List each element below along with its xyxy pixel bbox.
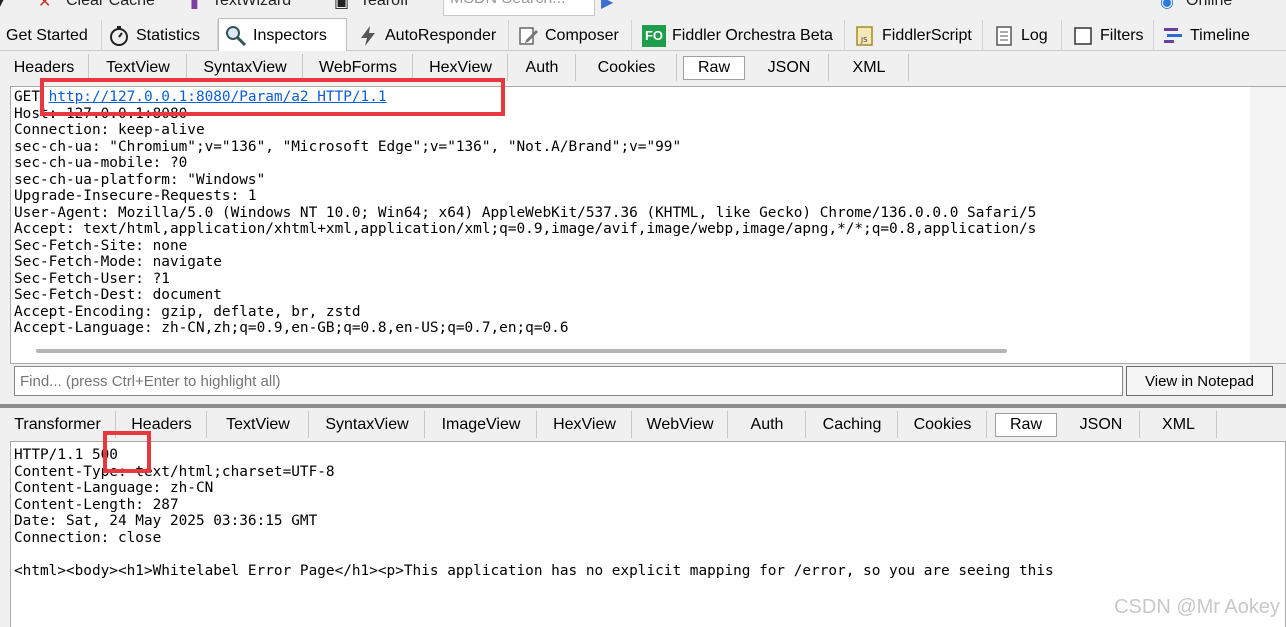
resp-tab-imageview[interactable]: ImageView <box>426 411 537 438</box>
req-tab-cookies[interactable]: Cookies <box>577 54 677 81</box>
tab-get-started[interactable]: Get Started <box>0 20 102 51</box>
resp-tab-caching[interactable]: Caching <box>807 411 898 438</box>
magnifier-icon <box>225 25 247 47</box>
request-raw-text: GET http://127.0.0.1:8080/Param/a2 HTTP/… <box>14 89 1036 337</box>
tab-inspectors[interactable]: Inspectors <box>218 18 347 52</box>
req-tab-json[interactable]: JSON <box>750 54 829 81</box>
tab-label: Fiddler Orchestra Beta <box>672 26 833 44</box>
req-tab-auth[interactable]: Auth <box>509 54 576 81</box>
request-method: GET <box>14 89 49 105</box>
tab-label: FiddlerScript <box>882 26 972 44</box>
request-url-link[interactable]: http://127.0.0.1:8080/Param/a2 HTTP/1.1 <box>49 89 387 105</box>
resp-tab-hexview[interactable]: HexView <box>538 411 632 438</box>
tab-fiddler-orchestra[interactable]: FO Fiddler Orchestra Beta <box>636 20 845 51</box>
tab-statistics[interactable]: Statistics <box>102 20 218 51</box>
svg-text:JS: JS <box>860 36 868 44</box>
request-raw-pane[interactable]: GET http://127.0.0.1:8080/Param/a2 HTTP/… <box>10 86 1286 364</box>
req-tab-headers[interactable]: Headers <box>0 54 89 81</box>
tab-autoresponder[interactable]: AutoResponder <box>351 20 509 51</box>
resp-tab-textview[interactable]: TextView <box>208 411 309 438</box>
request-tab-bar: Headers TextView SyntaxView WebForms Hex… <box>0 51 1286 84</box>
req-tab-xml[interactable]: XML <box>830 54 909 81</box>
checkbox-icon <box>1072 25 1094 47</box>
resp-tab-webview[interactable]: WebView <box>633 411 728 438</box>
tab-timeline[interactable]: Timeline <box>1156 20 1264 51</box>
tab-label: AutoResponder <box>385 26 497 44</box>
response-status-prefix: HTTP/1.1 <box>14 447 92 463</box>
js-icon: JS <box>854 25 876 47</box>
tab-label: Timeline <box>1190 26 1250 44</box>
msdn-search-box[interactable]: MSDN Search... <box>443 0 595 16</box>
tab-label: Statistics <box>136 26 201 44</box>
tab-label: Inspectors <box>253 26 327 44</box>
horizontal-scrollbar[interactable] <box>36 349 1007 353</box>
response-tab-bar: Transformer Headers TextView SyntaxView … <box>0 408 1286 438</box>
request-header-lines: Host: 127.0.0.1:8080 Connection: keep-al… <box>14 105 1037 337</box>
response-raw-pane[interactable]: HTTP/1.1 500 Content-Type: text/html;cha… <box>10 441 1286 627</box>
req-tab-webforms[interactable]: WebForms <box>304 54 413 81</box>
top-toolbar: ▾ ✕ Clear Cache ▮ TextWizard ▣ Tearoff M… <box>0 0 1286 18</box>
tab-fiddlerscript[interactable]: JS FiddlerScript <box>848 20 983 51</box>
online-status[interactable]: Online <box>1186 0 1232 10</box>
tab-label: Get Started <box>6 26 88 44</box>
fo-icon: FO <box>642 24 666 47</box>
textwizard-icon: ▮ <box>190 0 199 11</box>
clear-cache-icon: ✕ <box>38 0 52 11</box>
lightning-icon <box>357 25 379 47</box>
msdn-search-placeholder: MSDN Search... <box>450 0 566 8</box>
find-input[interactable] <box>15 367 1122 395</box>
pencil-icon <box>517 25 539 47</box>
resp-tab-syntaxview[interactable]: SyntaxView <box>310 411 425 438</box>
tab-label: Log <box>1021 26 1048 44</box>
log-icon <box>993 25 1015 47</box>
resp-tab-cookies[interactable]: Cookies <box>899 411 987 438</box>
resp-tab-auth[interactable]: Auth <box>729 411 806 438</box>
response-raw-text: HTTP/1.1 500 Content-Type: text/html;cha… <box>14 447 1054 579</box>
resp-tab-xml[interactable]: XML <box>1141 411 1217 438</box>
online-icon: ◉ <box>1160 0 1174 11</box>
stopwatch-icon <box>108 25 130 47</box>
tearoff-button[interactable]: Tearoff <box>360 0 409 10</box>
tearoff-icon: ▣ <box>334 0 350 11</box>
main-tab-bar: Get Started Statistics Inspectors AutoRe… <box>0 18 1286 52</box>
timeline-icon <box>1162 25 1184 47</box>
search-go-icon[interactable]: ▶ <box>601 0 613 12</box>
find-bar[interactable] <box>14 366 1123 396</box>
watermark: CSDN @Mr Aokey <box>1114 596 1280 618</box>
resp-tab-raw[interactable]: Raw <box>995 413 1057 437</box>
resp-tab-transformer[interactable]: Transformer <box>0 411 116 438</box>
clear-cache-button[interactable]: Clear Cache <box>66 0 155 10</box>
tab-log[interactable]: Log <box>987 20 1062 51</box>
textwizard-button[interactable]: TextWizard <box>212 0 291 10</box>
toolbar-arrow-icon[interactable]: ▾ <box>0 0 4 12</box>
req-tab-textview[interactable]: TextView <box>90 54 187 81</box>
tab-label: Filters <box>1100 26 1144 44</box>
req-tab-raw[interactable]: Raw <box>683 56 745 80</box>
view-in-notepad-button[interactable]: View in Notepad <box>1126 366 1273 396</box>
tab-label: Composer <box>545 26 619 44</box>
vertical-scroll-track[interactable] <box>1250 87 1286 363</box>
response-status-code: 500 <box>91 447 118 463</box>
response-body-lines: Content-Type: text/html;charset=UTF-8 Co… <box>14 463 1054 579</box>
req-tab-hexview[interactable]: HexView <box>414 54 508 81</box>
tab-composer[interactable]: Composer <box>511 20 632 51</box>
resp-tab-json[interactable]: JSON <box>1063 411 1140 438</box>
req-tab-syntaxview[interactable]: SyntaxView <box>188 54 303 81</box>
tab-filters[interactable]: Filters <box>1066 20 1154 51</box>
resp-tab-headers[interactable]: Headers <box>117 411 207 438</box>
